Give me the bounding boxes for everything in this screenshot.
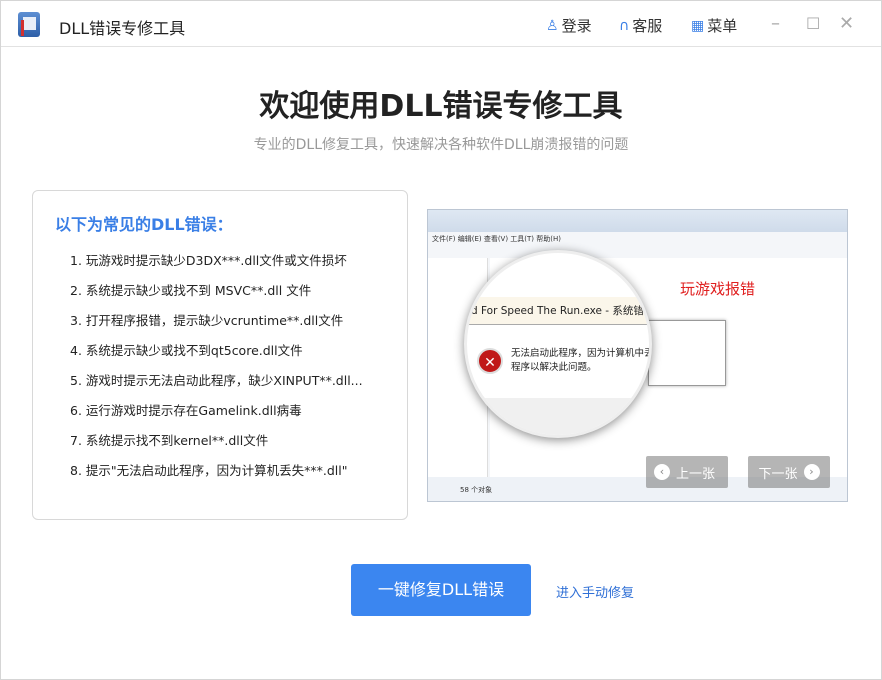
error-dialog (648, 320, 726, 386)
app-title: DLL错误专修工具 (59, 15, 185, 39)
title-bar: DLL错误专修工具 ♙登录 ∩客服 ▦菜单 – ☐ ✕ (1, 1, 881, 47)
page-title: 欢迎使用DLL错误专修工具 (1, 81, 881, 125)
dialog-footer (467, 398, 649, 438)
menu-label: 菜单 (707, 15, 737, 36)
list-item: 6. 运行游戏时提示存在Gamelink.dll病毒 (70, 403, 363, 433)
errors-list: 1. 玩游戏时提示缺少D3DX***.dll文件或文件损坏 2. 系统提示缺少或… (70, 253, 363, 493)
common-errors-panel: 以下为常见的DLL错误： 1. 玩游戏时提示缺少D3DX***.dll文件或文件… (32, 190, 408, 520)
chevron-left-icon: ‹ (654, 464, 670, 480)
dialog-message-line: 无法启动此程序，因为计算机中丢 (511, 347, 652, 361)
list-item: 8. 提示"无法启动此程序，因为计算机丢失***.dll" (70, 463, 363, 493)
service-label: 客服 (632, 15, 662, 36)
dialog-message: 无法启动此程序，因为计算机中丢程序以解决此问题。 (511, 347, 652, 375)
dialog-message-line: 程序以解决此问题。 (511, 361, 652, 375)
dialog-title: d For Speed The Run.exe - 系统错误 (467, 297, 649, 325)
user-icon: ♙ (546, 18, 559, 34)
chevron-right-icon: › (804, 464, 820, 480)
list-item: 3. 打开程序报错，提示缺少vcruntime**.dll文件 (70, 313, 363, 343)
list-item: 7. 系统提示找不到kernel**.dll文件 (70, 433, 363, 463)
service-button[interactable]: ∩客服 (619, 15, 662, 36)
page-subtitle: 专业的DLL修复工具，快速解决各种软件DLL崩溃报错的问题 (1, 134, 881, 154)
next-label: 下一张 (758, 463, 797, 482)
one-click-fix-button[interactable]: 一键修复DLL错误 (351, 564, 531, 616)
next-button[interactable]: 下一张 › (748, 456, 830, 488)
app-logo-icon (18, 12, 40, 37)
login-label: 登录 (562, 15, 592, 36)
close-button[interactable]: ✕ (839, 13, 854, 34)
list-item: 4. 系统提示缺少或找不到qt5core.dll文件 (70, 343, 363, 373)
prev-label: 上一张 (676, 463, 715, 482)
login-button[interactable]: ♙登录 (546, 15, 592, 36)
example-carousel: 文件(F) 编辑(E) 查看(V) 工具(T) 帮助(H) 58 个对象 玩游戏… (427, 209, 848, 502)
error-icon: ✕ (477, 348, 503, 374)
list-item: 1. 玩游戏时提示缺少D3DX***.dll文件或文件损坏 (70, 253, 363, 283)
errors-heading: 以下为常见的DLL错误： (55, 211, 233, 235)
list-item: 5. 游戏时提示无法启动此程序，缺少XINPUT**.dll... (70, 373, 363, 403)
explorer-menu: 文件(F) 编辑(E) 查看(V) 工具(T) 帮助(H) (432, 234, 561, 244)
manual-fix-link[interactable]: 进入手动修复 (556, 582, 634, 601)
minimize-button[interactable]: – (771, 13, 780, 34)
list-item: 2. 系统提示缺少或找不到 MSVC**.dll 文件 (70, 283, 363, 313)
prev-button[interactable]: ‹ 上一张 (646, 456, 728, 488)
maximize-button[interactable]: ☐ (806, 14, 820, 33)
grid-icon: ▦ (691, 18, 704, 34)
headset-icon: ∩ (619, 18, 629, 34)
explorer-address-bar (428, 210, 847, 232)
menu-button[interactable]: ▦菜单 (691, 15, 737, 36)
carousel-caption: 玩游戏报错 (680, 278, 755, 299)
magnifier: d For Speed The Run.exe - 系统错误 ✕ 无法启动此程序… (464, 250, 652, 438)
